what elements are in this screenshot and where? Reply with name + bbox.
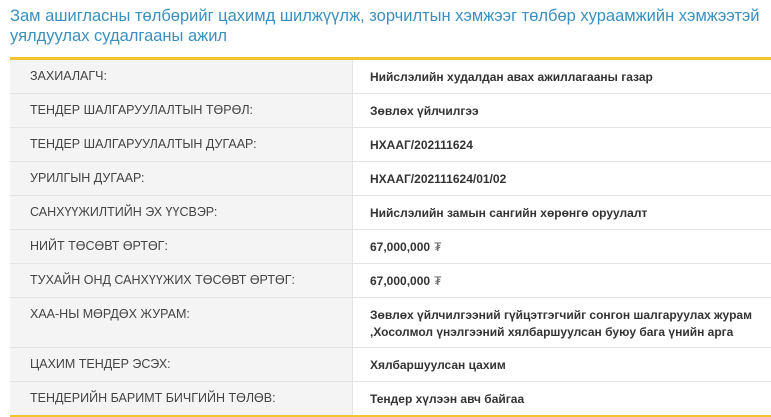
table-row-customer: ЗАХИАЛАГЧ: Нийслэлийн худалдан авах ажил…: [10, 60, 771, 94]
row-label: ХАА-НЫ МӨРДӨХ ЖУРАМ:: [10, 298, 353, 347]
row-value: Зөвлөх үйлчилгээ: [370, 104, 479, 118]
row-label: ЗАХИАЛАГЧ:: [10, 60, 353, 93]
row-label: УРИЛГЫН ДУГААР:: [10, 162, 353, 195]
row-value: Нийслэлийн худалдан авах ажиллагааны газ…: [370, 70, 653, 84]
row-label: ТЕНДЕРИЙН БАРИМТ БИЧГИЙН ТӨЛӨВ:: [10, 382, 353, 415]
row-value: 67,000,000 ₮: [353, 264, 771, 297]
amount: 67,000,000: [370, 240, 431, 254]
amount: 67,000,000: [370, 274, 431, 288]
table-row-tender-type: ТЕНДЕР ШАЛГАРУУЛАЛТЫН ТӨРӨЛ: Зөвлөх үйлч…: [10, 94, 771, 128]
row-value: НХААГ/202111624/01/02: [370, 172, 507, 186]
table-row-annual-budget: ТУХАЙН ОНД САНХҮҮЖИХ ТӨСӨВТ ӨРТӨГ: 67,00…: [10, 264, 771, 298]
table-row-electronic-tender: ЦАХИМ ТЕНДЕР ЭСЭХ: Хялбаршуулсан цахим: [10, 348, 771, 382]
tugrik-currency-icon: ₮: [434, 240, 442, 254]
row-value: Тендер хүлээн авч байгаа: [370, 392, 525, 406]
row-label: ТЕНДЕР ШАЛГАРУУЛАЛТЫН ДУГААР:: [10, 128, 353, 161]
row-value: Нийслэлийн замын сангийн хөрөнгө оруулал…: [370, 206, 648, 220]
row-value: НХААГ/202111624: [370, 138, 473, 152]
table-row-total-budget: НИЙТ ТӨСӨВТ ӨРТӨГ: 67,000,000 ₮: [10, 230, 771, 264]
table-row-document-status: ТЕНДЕРИЙН БАРИМТ БИЧГИЙН ТӨЛӨВ: Тендер х…: [10, 382, 771, 415]
row-label: САНХҮҮЖИЛТИЙН ЭХ ҮҮСВЭР:: [10, 196, 353, 229]
row-label: НИЙТ ТӨСӨВТ ӨРТӨГ:: [10, 230, 353, 263]
table-row-funding-source: САНХҮҮЖИЛТИЙН ЭХ ҮҮСВЭР: Нийслэлийн замы…: [10, 196, 771, 230]
table-row-tender-number: ТЕНДЕР ШАЛГАРУУЛАЛТЫН ДУГААР: НХААГ/2021…: [10, 128, 771, 162]
row-label: ЦАХИМ ТЕНДЕР ЭСЭХ:: [10, 348, 353, 381]
tender-details-table: ЗАХИАЛАГЧ: Нийслэлийн худалдан авах ажил…: [10, 57, 771, 417]
row-value: 67,000,000 ₮: [353, 230, 771, 263]
row-label: ТУХАЙН ОНД САНХҮҮЖИХ ТӨСӨВТ ӨРТӨГ:: [10, 264, 353, 297]
table-row-invitation-number: УРИЛГЫН ДУГААР: НХААГ/202111624/01/02: [10, 162, 771, 196]
row-value: Хялбаршуулсан цахим: [370, 358, 506, 372]
row-label: ТЕНДЕР ШАЛГАРУУЛАЛТЫН ТӨРӨЛ:: [10, 94, 353, 127]
table-row-procedure: ХАА-НЫ МӨРДӨХ ЖУРАМ: Зөвлөх үйлчилгээний…: [10, 298, 771, 348]
row-value: Зөвлөх үйлчилгээний гүйцэтгэгчийг сонгон…: [370, 308, 752, 339]
page-title: Зам ашигласны төлбөрийг цахимд шилжүүлж,…: [10, 7, 760, 45]
tugrik-currency-icon: ₮: [434, 274, 442, 288]
